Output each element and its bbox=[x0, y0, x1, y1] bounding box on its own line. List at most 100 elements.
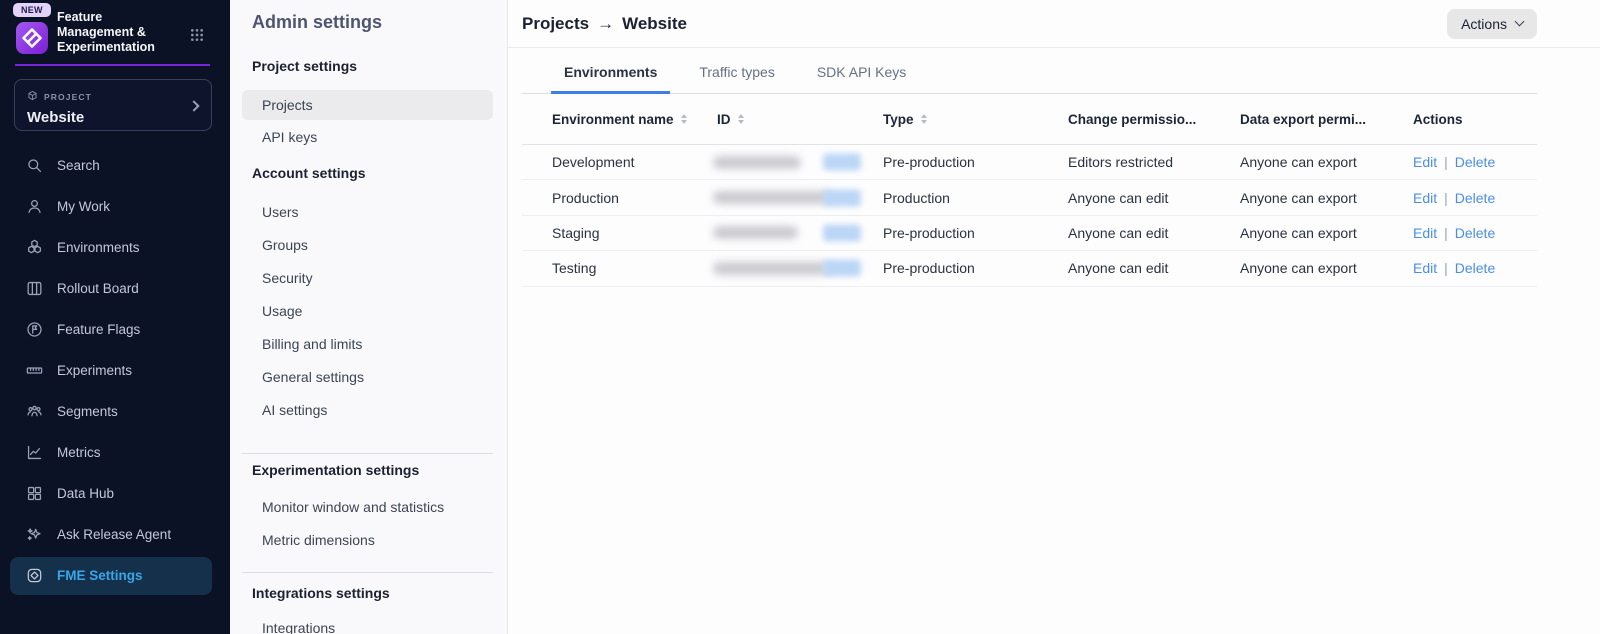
redacted-id-blob bbox=[713, 191, 831, 204]
column-header-environment-name[interactable]: Environment name bbox=[522, 112, 717, 127]
sidebar-item-label: Feature Flags bbox=[57, 322, 140, 337]
main-content: Projects → Website Actions Environments … bbox=[508, 0, 1600, 634]
settings-item-security[interactable]: Security bbox=[230, 261, 507, 294]
environment-id-cell bbox=[717, 226, 883, 239]
data-export-cell: Anyone can export bbox=[1240, 190, 1413, 206]
environment-type-cell: Pre-production bbox=[883, 260, 1068, 276]
delete-link[interactable]: Delete bbox=[1455, 154, 1495, 170]
actions-cell: Edit|Delete bbox=[1413, 260, 1537, 276]
environment-type-cell: Production bbox=[883, 190, 1068, 206]
settings-item-metric-dimensions[interactable]: Metric dimensions bbox=[230, 523, 507, 556]
column-header-data-export-permissions: Data export permi... bbox=[1240, 112, 1413, 127]
table-header-row: Environment name ID Type Change permissi… bbox=[522, 94, 1537, 145]
sidebar-item-environments[interactable]: Environments bbox=[0, 227, 230, 268]
copy-id-chip[interactable] bbox=[823, 224, 861, 241]
sidebar-item-label: Data Hub bbox=[57, 486, 114, 501]
flag-circle-icon bbox=[25, 320, 44, 339]
change-permissions-cell: Anyone can edit bbox=[1068, 260, 1240, 276]
tab-sdk-api-keys[interactable]: SDK API Keys bbox=[804, 48, 919, 94]
edit-link[interactable]: Edit bbox=[1413, 154, 1437, 170]
delete-link[interactable]: Delete bbox=[1455, 190, 1495, 206]
people-group-icon bbox=[25, 402, 44, 421]
tab-bar: Environments Traffic types SDK API Keys bbox=[522, 48, 1537, 94]
sidebar-item-label: Rollout Board bbox=[57, 281, 139, 296]
actions-cell: Edit|Delete bbox=[1413, 154, 1537, 170]
edit-link[interactable]: Edit bbox=[1413, 225, 1437, 241]
sidebar-item-metrics[interactable]: Metrics bbox=[0, 432, 230, 473]
settings-item-groups[interactable]: Groups bbox=[230, 228, 507, 261]
tab-traffic-types[interactable]: Traffic types bbox=[686, 48, 787, 94]
app-switcher-icon[interactable] bbox=[189, 27, 205, 43]
environment-name-cell: Testing bbox=[522, 260, 717, 276]
breadcrumb: Projects → Website bbox=[522, 14, 687, 34]
sidebar-item-label: My Work bbox=[57, 199, 110, 214]
sidebar-item-segments[interactable]: Segments bbox=[0, 391, 230, 432]
sidebar-item-label: Ask Release Agent bbox=[57, 527, 171, 542]
section-heading-account-settings: Account settings bbox=[252, 165, 507, 185]
edit-link[interactable]: Edit bbox=[1413, 190, 1437, 206]
sort-icon bbox=[681, 114, 687, 124]
actions-cell: Edit|Delete bbox=[1413, 190, 1537, 206]
copy-id-chip[interactable] bbox=[823, 189, 861, 206]
board-columns-icon bbox=[25, 279, 44, 298]
column-header-id[interactable]: ID bbox=[717, 112, 883, 127]
section-heading-integrations-settings: Integrations settings bbox=[252, 585, 507, 605]
project-name: Website bbox=[27, 109, 185, 126]
divider bbox=[242, 572, 493, 573]
settings-item-integrations[interactable]: Integrations bbox=[230, 611, 507, 634]
settings-item-users[interactable]: Users bbox=[230, 195, 507, 228]
sidebar-item-label: Segments bbox=[57, 404, 118, 419]
section-heading-experimentation-settings: Experimentation settings bbox=[252, 462, 507, 482]
delete-link[interactable]: Delete bbox=[1455, 225, 1495, 241]
copy-id-chip[interactable] bbox=[823, 260, 861, 277]
sidebar-item-label: Search bbox=[57, 158, 100, 173]
sidebar-item-my-work[interactable]: My Work bbox=[0, 186, 230, 227]
column-header-change-permissions: Change permissio... bbox=[1068, 112, 1240, 127]
sidebar-item-data-hub[interactable]: Data Hub bbox=[0, 473, 230, 514]
environment-type-cell: Pre-production bbox=[883, 154, 1068, 170]
settings-item-api-keys[interactable]: API keys bbox=[230, 120, 507, 153]
sidebar-item-label: Experiments bbox=[57, 363, 132, 378]
column-header-actions: Actions bbox=[1413, 112, 1537, 127]
brand-divider bbox=[15, 64, 210, 67]
table-row: Production Production Anyone can edit An… bbox=[522, 180, 1537, 215]
settings-item-projects[interactable]: Projects bbox=[242, 90, 493, 120]
settings-item-usage[interactable]: Usage bbox=[230, 294, 507, 327]
sidebar-item-experiments[interactable]: Experiments bbox=[0, 350, 230, 391]
copy-id-chip[interactable] bbox=[823, 154, 861, 171]
project-selector[interactable]: PROJECT Website bbox=[14, 79, 212, 131]
sidebar-item-feature-flags[interactable]: Feature Flags bbox=[0, 309, 230, 350]
edit-link[interactable]: Edit bbox=[1413, 260, 1437, 276]
divider bbox=[242, 453, 493, 454]
actions-cell: Edit|Delete bbox=[1413, 225, 1537, 241]
user-icon bbox=[25, 197, 44, 216]
actions-button[interactable]: Actions bbox=[1447, 9, 1537, 39]
sort-icon bbox=[738, 114, 744, 124]
settings-item-general-settings[interactable]: General settings bbox=[230, 360, 507, 393]
redacted-id-blob bbox=[713, 226, 798, 239]
chevron-down-icon bbox=[1515, 17, 1525, 27]
sidebar-item-rollout-board[interactable]: Rollout Board bbox=[0, 268, 230, 309]
sidebar-item-search[interactable]: Search bbox=[0, 145, 230, 186]
settings-item-billing-and-limits[interactable]: Billing and limits bbox=[230, 327, 507, 360]
fme-settings-icon bbox=[25, 566, 44, 585]
ruler-icon bbox=[25, 361, 44, 380]
tab-environments[interactable]: Environments bbox=[551, 48, 670, 94]
breadcrumb-parent[interactable]: Projects bbox=[522, 14, 589, 34]
logo-block: NEW Feature Management & Experimentation bbox=[0, 0, 230, 66]
environment-id-cell bbox=[717, 262, 883, 275]
sidebar-item-ask-release-agent[interactable]: Ask Release Agent bbox=[0, 514, 230, 555]
sidebar-item-fme-settings[interactable]: FME Settings bbox=[10, 557, 212, 595]
column-header-type[interactable]: Type bbox=[883, 112, 1068, 127]
settings-item-ai-settings[interactable]: AI settings bbox=[230, 393, 507, 426]
sidebar-item-label: Metrics bbox=[57, 445, 101, 460]
sparkles-icon bbox=[25, 525, 44, 544]
redacted-id-blob bbox=[713, 156, 801, 169]
data-export-cell: Anyone can export bbox=[1240, 225, 1413, 241]
data-export-cell: Anyone can export bbox=[1240, 260, 1413, 276]
breadcrumb-current: Website bbox=[622, 14, 687, 34]
delete-link[interactable]: Delete bbox=[1455, 260, 1495, 276]
environment-name-cell: Development bbox=[522, 154, 717, 170]
settings-item-monitor-window[interactable]: Monitor window and statistics bbox=[230, 490, 507, 523]
sidebar-item-label: Environments bbox=[57, 240, 140, 255]
